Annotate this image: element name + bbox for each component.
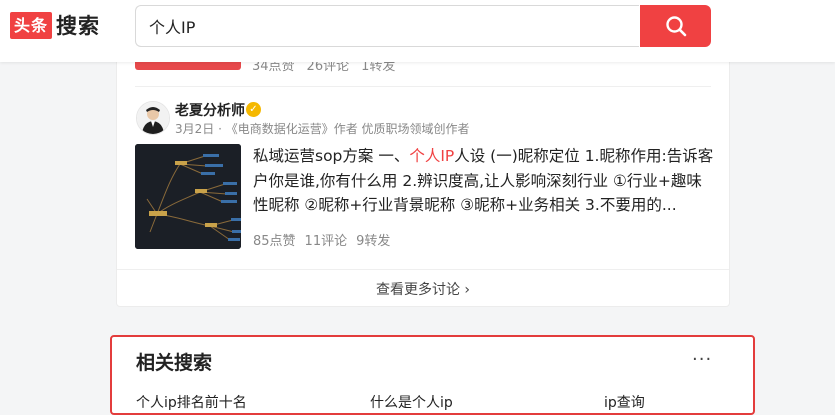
post-stats: 85点赞 11评论 9转发	[253, 230, 399, 249]
divider	[117, 269, 729, 270]
toutiao-search-logo[interactable]: 头条 搜索	[10, 11, 100, 39]
post-text-before: 私域运营sop方案 一、	[253, 147, 410, 165]
logo-text: 搜索	[56, 14, 101, 38]
post-likes: 85点赞	[253, 234, 296, 249]
related-searches-title: 相关搜索	[136, 352, 213, 374]
more-options-icon[interactable]: ···	[692, 349, 712, 370]
post-snippet[interactable]: 私域运营sop方案 一、个人IP人设 (一)昵称定位 1.昵称作用:告诉客户你是…	[253, 144, 715, 218]
verified-badge-icon: ✓	[246, 102, 261, 117]
post-shares: 9转发	[356, 234, 391, 249]
top-header: 头条 搜索	[0, 0, 835, 62]
search-icon	[665, 16, 686, 37]
post-thumbnail[interactable]	[135, 144, 241, 249]
author-meta: 3月2日 · 《电商数据化运营》作者 优质职场领域创作者	[175, 122, 470, 136]
search-input[interactable]	[135, 5, 639, 47]
post-text-highlight: 个人IP	[409, 147, 455, 165]
post-comments: 11评论	[304, 234, 348, 249]
related-search-item[interactable]: 什么是个人ip	[370, 392, 453, 412]
related-search-item[interactable]: 个人ip排名前十名	[136, 392, 247, 412]
view-more-discussion-link[interactable]: 查看更多讨论 ›	[117, 279, 729, 299]
logo-box: 头条	[10, 11, 53, 39]
search-button[interactable]	[640, 5, 711, 47]
divider	[135, 86, 711, 87]
author-avatar[interactable]	[136, 101, 170, 135]
related-search-item[interactable]: ip查询	[604, 392, 645, 412]
author-name[interactable]: 老夏分析师	[175, 100, 245, 120]
